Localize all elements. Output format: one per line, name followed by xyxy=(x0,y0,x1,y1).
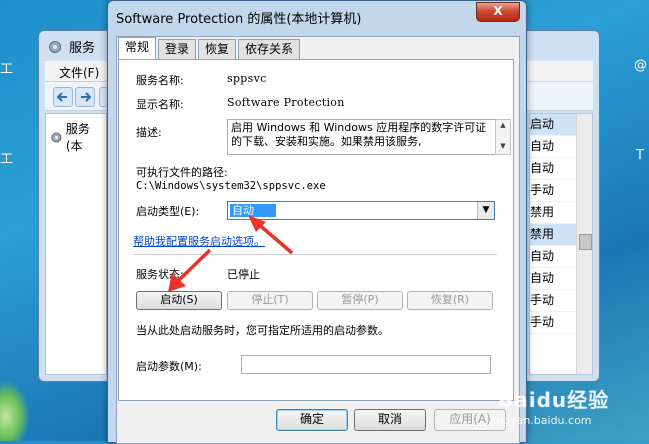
desktop-icon-label: T xyxy=(636,148,644,163)
services-window-title: 服务 xyxy=(47,37,95,56)
exe-path-value: C:\Windows\system32\sppsvc.exe xyxy=(136,180,326,192)
tree-node-label: 服务(本 xyxy=(65,122,90,153)
back-button[interactable] xyxy=(53,87,73,107)
start-params-hint: 当从此处启动服务时，您可指定所适用的启动参数。 xyxy=(136,324,389,337)
start-service-button[interactable]: 启动(S) xyxy=(136,291,222,310)
service-status-value: 已停止 xyxy=(227,268,260,281)
baidu-watermark: Baidu经验 jingyan.baidu.com xyxy=(478,380,646,438)
divider xyxy=(133,254,497,255)
tab-dependencies[interactable]: 依存关系 xyxy=(238,39,301,59)
general-tab-page: 服务名称: sppsvc 显示名称: Software Protection 描… xyxy=(118,59,514,401)
forward-arrow-icon xyxy=(81,92,92,102)
chevron-down-icon[interactable]: ▼ xyxy=(477,202,494,219)
start-params-label: 启动参数(M): xyxy=(136,360,202,373)
stop-service-button[interactable]: 停止(T) xyxy=(227,291,313,310)
cancel-button[interactable]: 取消 xyxy=(354,409,426,431)
services-tree-pane: 服务(本 xyxy=(45,113,107,375)
tab-recovery[interactable]: 恢复 xyxy=(198,39,237,59)
startup-type-label: 启动类型(E): xyxy=(136,205,200,218)
gear-icon xyxy=(49,40,61,53)
help-configure-startup-link[interactable]: 帮助我配置服务启动选项。 xyxy=(133,233,265,249)
menu-file[interactable]: 文件(F) xyxy=(59,64,99,81)
tree-node-services[interactable]: 服务(本 xyxy=(50,120,106,154)
gear-icon xyxy=(51,131,62,143)
scrollbar-thumb[interactable] xyxy=(579,234,592,250)
properties-dialog: Software Protection 的属性(本地计算机) X 常规 登录 恢… xyxy=(107,0,527,444)
desktop-icon-label: 工 xyxy=(0,152,14,167)
resume-service-button[interactable]: 恢复(R) xyxy=(407,291,493,310)
vertical-scrollbar[interactable] xyxy=(576,114,592,374)
scroll-down-icon[interactable]: ▼ xyxy=(496,141,510,152)
services-window-title-text: 服务 xyxy=(69,41,96,56)
pause-service-button[interactable]: 暂停(P) xyxy=(317,291,403,310)
forward-button[interactable] xyxy=(75,87,95,107)
ok-button[interactable]: 确定 xyxy=(276,409,348,431)
display-name-value: Software Protection xyxy=(227,96,345,109)
desktop-icon-label: @ xyxy=(634,58,647,73)
startup-type-select[interactable]: 自动 ▼ xyxy=(227,201,495,220)
wallpaper-plant-decoration xyxy=(0,380,30,441)
tab-general[interactable]: 常规 xyxy=(118,37,157,59)
scroll-up-icon[interactable]: ▲ xyxy=(496,120,510,131)
dialog-title: Software Protection 的属性(本地计算机) xyxy=(116,12,362,27)
description-textbox[interactable]: 启用 Windows 和 Windows 应用程序的数字许可证的下载、安装和实施… xyxy=(227,119,499,155)
tab-logon[interactable]: 登录 xyxy=(158,39,197,59)
description-label: 描述: xyxy=(136,126,162,139)
tab-strip: 常规 登录 恢复 依存关系 xyxy=(118,37,302,59)
desktop-icon-label: 工 xyxy=(0,62,14,77)
start-params-input[interactable] xyxy=(241,355,491,374)
back-arrow-icon xyxy=(56,92,67,102)
service-status-label: 服务状态: xyxy=(136,268,184,281)
exe-path-label: 可执行文件的路径: xyxy=(136,166,228,179)
services-status-column: 启动 自动 自动 手动 禁用 禁用 自动 自动 手动 手动 xyxy=(529,113,593,375)
watermark-logo-text: Baidu经验 xyxy=(498,388,610,412)
display-name-label: 显示名称: xyxy=(136,98,184,111)
close-button[interactable]: X xyxy=(476,2,520,22)
service-name-label: 服务名称: xyxy=(136,74,184,87)
startup-type-selected-value: 自动 xyxy=(230,204,276,217)
service-name-value: sppsvc xyxy=(227,72,267,85)
description-scrollbar[interactable]: ▲ ▼ xyxy=(495,119,511,155)
watermark-url: jingyan.baidu.com xyxy=(490,414,592,427)
